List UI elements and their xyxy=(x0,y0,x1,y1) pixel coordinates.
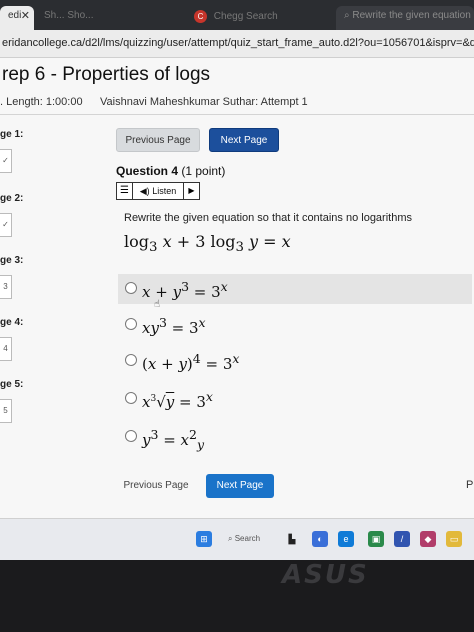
quiz-page: rep 6 - Properties of logs . Length: 1:0… xyxy=(0,58,474,518)
radio-button[interactable] xyxy=(125,282,137,294)
sidebar-page-label: ge 3: xyxy=(0,255,24,266)
question-prompt: Rewrite the given equation so that it co… xyxy=(124,212,412,224)
app-icon[interactable]: ◆ xyxy=(420,531,436,547)
taskbar-search[interactable]: ⌕ Search xyxy=(228,531,272,547)
hand-cursor-icon: ☝ xyxy=(154,299,161,310)
browser-tab-chegg[interactable]: C Chegg Search xyxy=(186,6,336,30)
address-bar[interactable]: eridancollege.ca/d2l/lms/quizzing/user/a… xyxy=(0,30,474,58)
screen: edi ✕ Sh... Sho... C Chegg Search ⌕ Rewr… xyxy=(0,0,474,560)
sidebar-page-label: ge 2: xyxy=(0,193,24,204)
browser-tab[interactable]: Sh... Sho... xyxy=(36,6,176,30)
next-page-button-bottom[interactable]: Next Page xyxy=(206,474,274,498)
tab-label: Sh... Sho... xyxy=(44,10,94,21)
store-icon[interactable]: ▣ xyxy=(368,531,384,547)
given-equation: log3 x + 3 log3 y = x xyxy=(124,232,291,256)
browser-tab-search[interactable]: ⌕ Rewrite the given equation so th xyxy=(336,6,474,30)
tab-label: Chegg Search xyxy=(213,11,278,22)
option-text: y3 = x2y xyxy=(142,427,205,452)
answer-option-1[interactable]: x + y3 = 3x xyxy=(118,274,472,304)
radio-button[interactable] xyxy=(125,392,137,404)
option-text: xy3 = 3x xyxy=(142,315,206,337)
play-icon[interactable]: ▶ xyxy=(183,183,199,199)
url-text: eridancollege.ca/d2l/lms/quizzing/user/a… xyxy=(2,37,474,49)
previous-page-button-bottom[interactable]: Previous Page xyxy=(122,474,190,498)
sidebar-page-2[interactable]: ✓ xyxy=(0,213,12,237)
edge-browser-icon[interactable]: e xyxy=(338,531,354,547)
sidebar-page-3[interactable]: 3 xyxy=(0,275,12,299)
sidebar-page-label: ge 4: xyxy=(0,317,24,328)
app-icon[interactable]: / xyxy=(394,531,410,547)
option-text: (x + y)4 = 3x xyxy=(142,351,240,373)
answer-option-4[interactable]: x3√y = 3x xyxy=(118,384,472,414)
sidebar-page-5[interactable]: 5 xyxy=(0,399,12,423)
previous-page-button[interactable]: Previous Page xyxy=(116,128,200,152)
radio-button[interactable] xyxy=(125,430,137,442)
option-text: x3√y = 3x xyxy=(142,389,213,411)
asus-logo: ASUS xyxy=(282,560,369,590)
listen-button[interactable]: ◀) Listen xyxy=(134,183,182,199)
page-list-sidebar: ge 1: ✓ ge 2: ✓ ge 3: 3 ge 4: 4 ge 5: 5 xyxy=(0,115,28,518)
listen-widget: ☰ ◀) Listen ▶ xyxy=(116,182,200,200)
tab-label: edi xyxy=(8,10,22,21)
header-divider xyxy=(0,114,474,115)
app-icon[interactable]: ▭ xyxy=(446,531,462,547)
chegg-favicon-icon: C xyxy=(194,10,207,23)
sidebar-page-label: ge 5: xyxy=(0,379,24,390)
sidebar-page-4[interactable]: 4 xyxy=(0,337,12,361)
close-tab-icon[interactable]: ✕ xyxy=(21,9,30,22)
answer-option-3[interactable]: (x + y)4 = 3x xyxy=(118,346,472,376)
answer-option-2[interactable]: xy3 = 3x xyxy=(118,310,472,340)
menu-icon[interactable]: ☰ xyxy=(117,183,133,199)
browser-tab-active[interactable]: edi ✕ xyxy=(0,6,34,30)
page-title: rep 6 - Properties of logs xyxy=(2,64,211,85)
attempt-info: Vaishnavi Maheshkumar Suthar: Attempt 1 xyxy=(100,96,308,108)
sidebar-page-label: ge 1: xyxy=(0,129,24,140)
next-page-button[interactable]: Next Page xyxy=(209,128,279,152)
chat-icon[interactable]: ◐ xyxy=(312,531,328,547)
quiz-length: . Length: 1:00:00 xyxy=(0,96,83,108)
question-number: Question 4 xyxy=(116,164,179,178)
speaker-icon: ◀) xyxy=(139,186,150,196)
tab-label: Rewrite the given equation so th xyxy=(352,10,474,21)
cut-off-text: P xyxy=(466,479,474,491)
question-points: (1 point) xyxy=(181,164,226,178)
radio-button[interactable] xyxy=(125,354,137,366)
answer-option-5[interactable]: y3 = x2y xyxy=(118,422,472,452)
question-heading: Question 4 (1 point) xyxy=(116,164,225,178)
browser-tab-bar: edi ✕ Sh... Sho... C Chegg Search ⌕ Rewr… xyxy=(0,0,474,30)
file-explorer-icon[interactable]: ▙ xyxy=(284,531,300,547)
search-icon: ⌕ xyxy=(228,534,235,543)
radio-button[interactable] xyxy=(125,318,137,330)
windows-start-icon[interactable]: ⊞ xyxy=(196,531,212,547)
option-text: x + y3 = 3x xyxy=(142,279,228,301)
listen-label: Listen xyxy=(152,186,177,196)
sidebar-page-1[interactable]: ✓ xyxy=(0,149,12,173)
taskbar: ⊞ ⌕ Search ▙ ◐ e ▣ / ◆ ▭ xyxy=(0,518,474,560)
